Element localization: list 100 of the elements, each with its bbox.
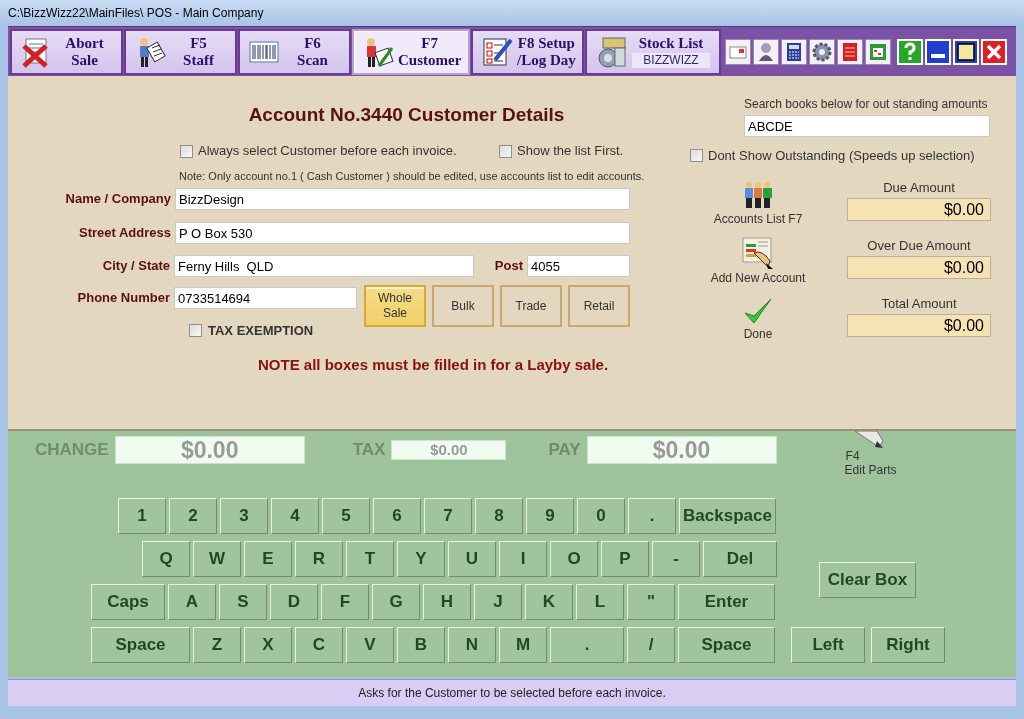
toolbar-button[interactable]: F6 Scan <box>238 28 351 75</box>
amount-label: Due Amount <box>882 179 956 195</box>
layby-note: NOTE all boxes must be filled in for a Layby sale. <box>258 354 610 375</box>
keyboard-key[interactable]: E <box>244 541 292 577</box>
checkbox[interactable] <box>690 149 703 163</box>
edit-parts-button[interactable]: F4 Edit Parts <box>844 431 897 477</box>
text-field[interactable]: Ferny Hills QLD <box>174 255 474 277</box>
keyboard-key[interactable]: - <box>652 541 700 577</box>
field-label: Name / Company <box>64 190 172 209</box>
keyboard-key[interactable]: M <box>499 627 547 663</box>
keyboard-key[interactable]: Enter <box>678 584 775 620</box>
option-label: Always select Customer before each invoice. <box>198 142 457 161</box>
keyboard-key[interactable]: W <box>193 541 241 577</box>
keyboard-key[interactable]: K <box>525 584 573 620</box>
keyboard-key[interactable]: J <box>474 584 522 620</box>
checkbox[interactable] <box>180 144 193 158</box>
keyboard-key[interactable]: C <box>295 627 343 663</box>
keyboard-key[interactable]: Right <box>871 627 945 663</box>
text-field[interactable]: ABCDE <box>744 115 990 137</box>
keyboard-key[interactable]: . <box>628 498 676 534</box>
price-level-button[interactable]: Whole Sale <box>364 285 426 327</box>
calendar-icon[interactable] <box>865 38 891 65</box>
keyboard-key[interactable]: 0 <box>577 498 625 534</box>
amount-label: Over Due Amount <box>866 237 972 253</box>
window-title: C:\BizzWizz22\MainFiles\ POS - Main Company <box>8 5 264 22</box>
keyboard-key[interactable]: Z <box>193 627 241 663</box>
keyboard-key[interactable]: Q <box>142 541 190 577</box>
keyboard-key[interactable]: I <box>499 541 547 577</box>
keyboard-key[interactable]: 6 <box>373 498 421 534</box>
keyboard-key[interactable]: L <box>576 584 624 620</box>
keyboard-key[interactable]: / <box>627 627 675 663</box>
close-icon[interactable] <box>981 38 1007 65</box>
total-display: $0.00 <box>391 440 507 460</box>
keyboard-key[interactable]: Y <box>397 541 445 577</box>
total-label: PAY <box>548 439 581 462</box>
keyboard-key[interactable]: . <box>550 627 624 663</box>
text-field[interactable]: BizzDesign <box>175 188 630 210</box>
keyboard-key[interactable]: 4 <box>271 498 319 534</box>
keyboard-key[interactable]: U <box>448 541 496 577</box>
keyboard-key[interactable]: Backspace <box>679 498 776 534</box>
envelope-icon[interactable] <box>725 38 751 65</box>
toolbar-button[interactable]: F8 Setup /Log Day <box>471 28 584 75</box>
form-note: Note: Only account no.1 ( Cash Customer ) should be edited, use accounts list to edit accounts. <box>179 169 646 183</box>
book-icon[interactable] <box>837 38 863 65</box>
price-level-button[interactable]: Retail <box>568 285 630 327</box>
toolbar-button[interactable]: F5 Staff <box>124 28 237 75</box>
maximize-icon[interactable] <box>953 38 979 65</box>
price-level-button[interactable]: Trade <box>500 285 562 327</box>
figure-icon[interactable] <box>753 38 779 65</box>
keyboard-key[interactable]: V <box>346 627 394 663</box>
tax-exemption-label: TAX EXEMPTION <box>208 322 314 340</box>
keyboard-key[interactable]: S <box>219 584 267 620</box>
keyboard-key[interactable]: 2 <box>169 498 217 534</box>
keyboard-key[interactable]: 1 <box>118 498 166 534</box>
text-field[interactable]: P O Box 530 <box>175 222 630 244</box>
keyboard-key[interactable]: Space <box>678 627 775 663</box>
keyboard-key[interactable]: B <box>397 627 445 663</box>
amount-display: $0.00 <box>847 313 991 337</box>
toolbar-button[interactable]: F7 Customer <box>352 28 470 75</box>
people-icon <box>742 179 774 210</box>
keyboard-key[interactable]: 8 <box>475 498 523 534</box>
keyboard-key[interactable]: Caps <box>91 584 165 620</box>
keyboard-key[interactable]: D <box>270 584 318 620</box>
store-name: BIZZWIZZ <box>632 53 710 68</box>
toolbar-button[interactable]: Abort Sale <box>10 28 123 75</box>
total-display: $0.00 <box>586 436 777 464</box>
keyboard-key[interactable]: O <box>550 541 598 577</box>
keyboard-key[interactable]: Left <box>791 627 865 663</box>
checkbox[interactable] <box>189 324 202 338</box>
keyboard-key[interactable]: 3 <box>220 498 268 534</box>
minimize-icon[interactable] <box>925 38 951 65</box>
keyboard-key[interactable]: P <box>601 541 649 577</box>
keyboard-key[interactable]: G <box>372 584 420 620</box>
action-button[interactable]: Done <box>743 296 773 341</box>
keyboard-key[interactable]: 7 <box>424 498 472 534</box>
checklist-icon <box>481 35 513 68</box>
keyboard-key[interactable]: 5 <box>322 498 370 534</box>
text-field[interactable]: 0733514694 <box>174 287 357 309</box>
help-icon[interactable] <box>897 38 923 65</box>
keyboard-key[interactable]: A <box>168 584 216 620</box>
price-level-button[interactable]: Bulk <box>432 285 494 327</box>
keyboard-key[interactable]: N <box>448 627 496 663</box>
keyboard-key[interactable]: " <box>627 584 675 620</box>
keyboard-key[interactable]: Del <box>703 541 777 577</box>
toolbar-button[interactable]: Stock List BIZZWIZZ <box>585 28 721 75</box>
field-label: Post <box>493 257 524 276</box>
action-button[interactable]: Accounts List F7 <box>713 179 803 226</box>
keyboard-key[interactable]: R <box>295 541 343 577</box>
text-field[interactable]: 4055 <box>527 255 630 277</box>
keyboard-key[interactable]: T <box>346 541 394 577</box>
keyboard-key[interactable]: Space <box>91 627 190 663</box>
keyboard-key[interactable]: F <box>321 584 369 620</box>
checkbox[interactable] <box>499 144 512 158</box>
clear-box-button[interactable]: Clear Box <box>819 562 916 598</box>
keyboard-key[interactable]: 9 <box>526 498 574 534</box>
action-button[interactable]: Add New Account <box>710 236 806 285</box>
field-label: Street Address <box>78 224 172 243</box>
calculator-icon[interactable] <box>781 38 807 65</box>
keyboard-key[interactable]: X <box>244 627 292 663</box>
keyboard-key[interactable]: H <box>423 584 471 620</box>
